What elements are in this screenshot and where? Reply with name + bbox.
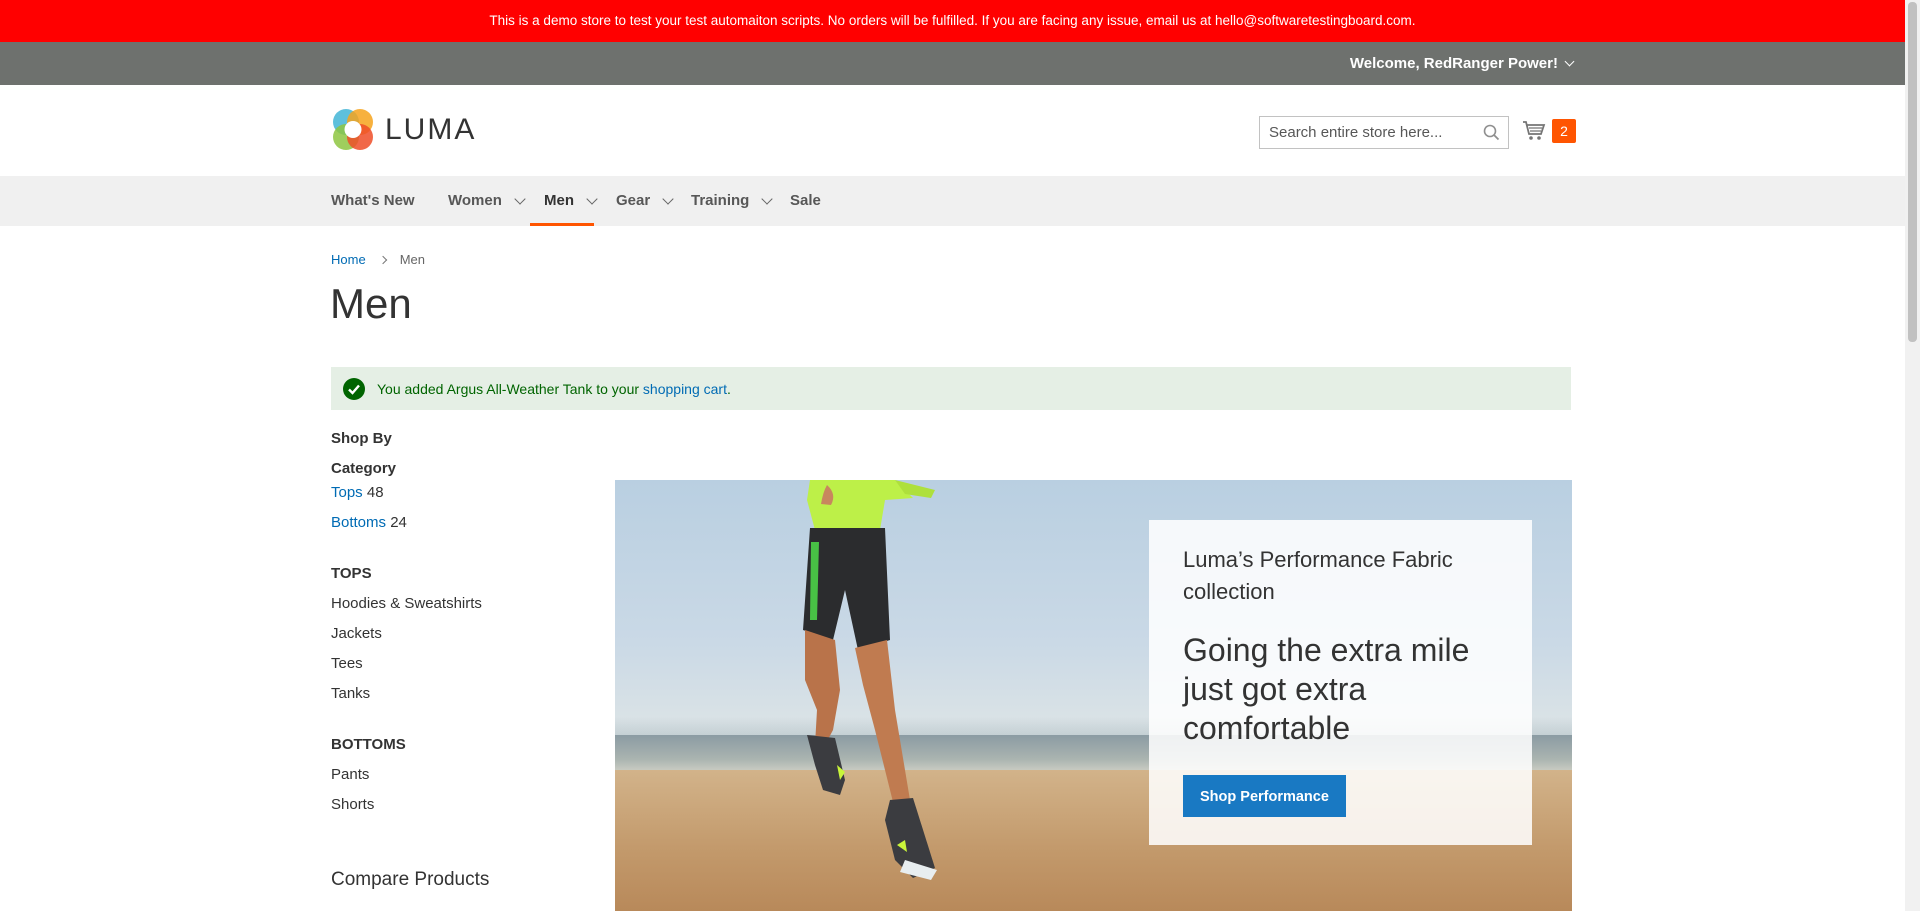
nav-item-label: Gear	[616, 192, 651, 209]
sidebar: Shop By Category Tops 48 Bottoms 24 TOPS…	[331, 430, 591, 891]
chevron-down-icon	[662, 192, 674, 205]
breadcrumb-home-link[interactable]: Home	[331, 252, 366, 267]
page-scrollbar[interactable]	[1905, 0, 1920, 911]
promo-subtitle: Luma’s Performance Fabric collection	[1183, 547, 1453, 604]
nav-item-gear[interactable]: Gear	[616, 176, 674, 226]
panel-header: Welcome, RedRanger Power!	[0, 42, 1905, 85]
shop-performance-button[interactable]: Shop Performance	[1183, 775, 1346, 817]
nav-item-whats-new[interactable]: What's New	[331, 176, 415, 226]
search-icon[interactable]	[1483, 124, 1500, 146]
category-filter-title: Category	[331, 460, 397, 477]
category-filter-link[interactable]: Bottoms	[331, 514, 386, 531]
compare-products-title: Compare Products	[331, 869, 490, 890]
customer-menu-toggle[interactable]: Welcome, RedRanger Power!	[1349, 42, 1575, 85]
sidebar-item-tanks[interactable]: Tanks	[331, 685, 591, 702]
breadcrumb-current: Men	[399, 252, 425, 267]
luma-logo-icon	[333, 109, 373, 150]
page-title: Men	[330, 280, 412, 327]
checkmark-icon	[343, 377, 365, 400]
active-nav-indicator	[530, 223, 594, 226]
breadcrumb: Home Men	[331, 252, 425, 267]
category-filter-bottoms: Bottoms 24	[331, 514, 591, 531]
message-text: You added Argus All-Weather Tank to your…	[377, 381, 731, 397]
nav-item-label: Men	[544, 192, 574, 209]
demo-notice-text: This is a demo store to test your test a…	[489, 13, 1416, 28]
chevron-right-icon	[378, 255, 387, 264]
minicart-button[interactable]: 2	[1522, 119, 1576, 143]
category-count: 48	[366, 484, 384, 501]
logo-text: LUMA	[385, 113, 477, 146]
shop-by-title: Shop By	[331, 430, 392, 447]
promo-box: Luma’s Performance Fabric collection Goi…	[1149, 520, 1532, 845]
chevron-down-icon	[761, 192, 774, 205]
logo-link[interactable]: LUMA	[331, 107, 476, 153]
page-header: LUMA 2	[0, 85, 1905, 176]
sidebar-item-tees[interactable]: Tees	[331, 655, 591, 672]
message-prefix: You added Argus All-Weather Tank to your	[377, 380, 640, 397]
bottoms-heading: BOTTOMS	[331, 736, 406, 753]
nav-item-label: What's New	[331, 192, 415, 209]
chevron-down-icon	[1564, 56, 1575, 67]
search-box	[1259, 116, 1509, 149]
runner-image	[803, 480, 937, 880]
nav-item-label: Training	[691, 192, 750, 209]
category-filter-tops: Tops 48	[331, 484, 591, 501]
scrollbar-thumb[interactable]	[1908, 2, 1917, 342]
promo-title: Going the extra mile just got extra comf…	[1183, 632, 1470, 746]
cart-icon	[1523, 121, 1546, 140]
success-message: You added Argus All-Weather Tank to your…	[331, 367, 1571, 410]
chevron-down-icon	[514, 192, 526, 205]
sidebar-item-hoodies[interactable]: Hoodies & Sweatshirts	[331, 595, 591, 612]
sidebar-item-jackets[interactable]: Jackets	[331, 625, 591, 642]
nav-item-label: Women	[448, 192, 502, 209]
hero-banner[interactable]: Luma’s Performance Fabric collection Goi…	[615, 480, 1572, 911]
shopping-cart-link[interactable]: shopping cart	[643, 381, 727, 397]
demo-notice-bar: This is a demo store to test your test a…	[0, 0, 1905, 42]
nav-item-women[interactable]: Women	[448, 176, 526, 226]
category-count: 24	[390, 514, 407, 531]
search-input[interactable]	[1260, 117, 1470, 148]
sidebar-item-shorts[interactable]: Shorts	[331, 796, 591, 813]
tops-heading: TOPS	[331, 565, 372, 582]
nav-item-men[interactable]: Men	[544, 176, 598, 226]
nav-item-training[interactable]: Training	[691, 176, 774, 226]
cart-count-badge: 2	[1552, 119, 1576, 143]
nav-item-sale[interactable]: Sale	[790, 176, 821, 226]
main-navigation: What's New Women Men Gear Training Sale	[0, 176, 1905, 226]
category-filter-link[interactable]: Tops	[331, 484, 363, 501]
welcome-text: Welcome, RedRanger Power!	[1349, 55, 1558, 72]
sidebar-item-pants[interactable]: Pants	[331, 766, 591, 783]
message-suffix: .	[726, 380, 731, 397]
nav-item-label: Sale	[790, 192, 821, 209]
chevron-down-icon	[586, 192, 598, 205]
